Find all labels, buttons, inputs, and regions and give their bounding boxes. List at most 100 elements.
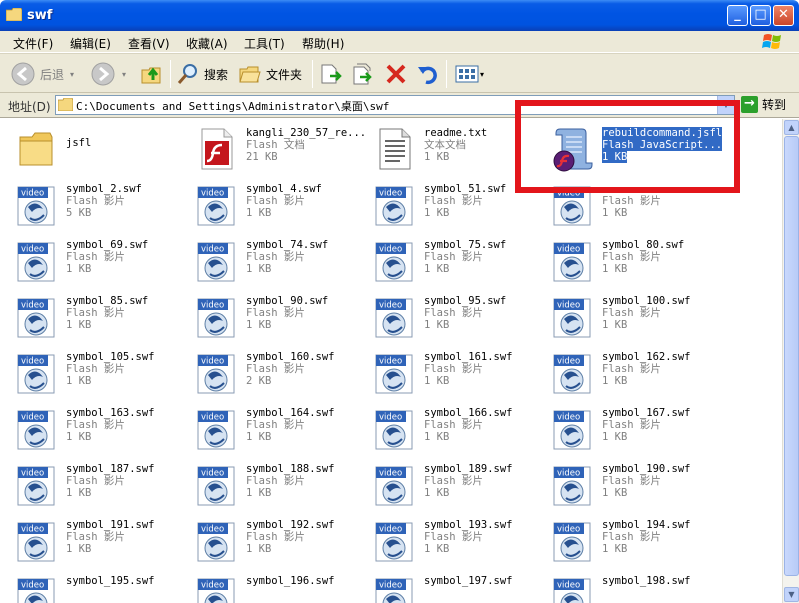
file-item[interactable]: video Flash 影片 1 KB <box>540 177 718 233</box>
menu-file[interactable]: 文件(F) <box>13 35 53 52</box>
chevron-down-icon[interactable]: ▾ <box>70 70 74 79</box>
undo-button[interactable] <box>416 60 440 88</box>
file-item[interactable]: video symbol_191.swf Flash 影片 1 KB <box>4 513 182 569</box>
maximize-button[interactable]: □ <box>750 5 771 26</box>
file-item[interactable]: video symbol_80.swf Flash 影片 1 KB <box>540 233 718 289</box>
file-item[interactable]: video symbol_195.swf <box>4 569 182 603</box>
file-type: Flash 影片 <box>246 419 305 431</box>
forward-button[interactable]: ▾ <box>90 60 126 88</box>
file-size: 1 KB <box>602 431 628 443</box>
file-name: symbol_95.swf <box>424 295 507 307</box>
title-bar[interactable]: swf _ □ ✕ <box>0 0 799 31</box>
file-type: Flash 影片 <box>246 475 305 487</box>
file-item[interactable]: video symbol_167.swf Flash 影片 1 KB <box>540 401 718 457</box>
file-item[interactable]: video symbol_163.swf Flash 影片 1 KB <box>4 401 182 457</box>
file-item[interactable]: readme.txt 文本文档 1 KB <box>362 121 540 177</box>
file-item[interactable]: video symbol_74.swf Flash 影片 1 KB <box>184 233 362 289</box>
file-size: 1 KB <box>602 487 628 499</box>
flash-movie-icon: video <box>192 293 240 341</box>
file-size: 1 KB <box>602 375 628 387</box>
file-type: 文本文档 <box>424 139 466 151</box>
file-item[interactable]: video symbol_85.swf Flash 影片 1 KB <box>4 289 182 345</box>
file-name: symbol_100.swf <box>602 295 691 307</box>
menu-tools[interactable]: 工具(T) <box>244 35 285 52</box>
flash-movie-icon: video <box>370 573 418 603</box>
file-item[interactable]: video symbol_4.swf Flash 影片 1 KB <box>184 177 362 233</box>
up-folder-button[interactable] <box>140 60 164 88</box>
file-name: symbol_167.swf <box>602 407 691 419</box>
move-to-folder-icon <box>321 64 342 84</box>
file-item[interactable]: video symbol_189.swf Flash 影片 1 KB <box>362 457 540 513</box>
back-button[interactable]: 后退 ▾ <box>10 60 74 88</box>
file-type: Flash 影片 <box>602 363 661 375</box>
folders-button[interactable]: 文件夹 <box>238 60 302 88</box>
file-item[interactable]: video symbol_194.swf Flash 影片 1 KB <box>540 513 718 569</box>
views-button[interactable]: ▾ <box>454 60 484 88</box>
file-item[interactable]: video symbol_197.swf <box>362 569 540 603</box>
file-item[interactable]: video symbol_160.swf Flash 影片 2 KB <box>184 345 362 401</box>
file-name: symbol_191.swf <box>66 519 155 531</box>
vertical-scrollbar[interactable]: ▲ ▼ <box>782 119 799 603</box>
file-item[interactable]: video symbol_164.swf Flash 影片 1 KB <box>184 401 362 457</box>
menu-help[interactable]: 帮助(H) <box>302 35 344 52</box>
file-item[interactable]: jsfl <box>4 121 182 177</box>
file-item[interactable]: video symbol_161.swf Flash 影片 1 KB <box>362 345 540 401</box>
go-label: 转到 <box>762 98 787 112</box>
file-item[interactable]: video symbol_196.swf <box>184 569 362 603</box>
file-item[interactable]: video symbol_192.swf Flash 影片 1 KB <box>184 513 362 569</box>
file-item[interactable]: video symbol_188.swf Flash 影片 1 KB <box>184 457 362 513</box>
chevron-down-icon[interactable]: ▾ <box>480 70 484 79</box>
menu-edit[interactable]: 编辑(E) <box>70 35 111 52</box>
file-item[interactable]: video symbol_69.swf Flash 影片 1 KB <box>4 233 182 289</box>
file-item[interactable]: video symbol_95.swf Flash 影片 1 KB <box>362 289 540 345</box>
file-type: Flash 影片 <box>66 251 125 263</box>
file-item[interactable]: video symbol_100.swf Flash 影片 1 KB <box>540 289 718 345</box>
file-item[interactable]: video symbol_75.swf Flash 影片 1 KB <box>362 233 540 289</box>
file-item[interactable]: video symbol_187.swf Flash 影片 1 KB <box>4 457 182 513</box>
scroll-down-arrow-icon[interactable]: ▼ <box>784 587 799 602</box>
scroll-up-arrow-icon[interactable]: ▲ <box>784 120 799 135</box>
flash-movie-icon: video <box>12 573 60 603</box>
file-item[interactable]: video symbol_105.swf Flash 影片 1 KB <box>4 345 182 401</box>
address-input[interactable]: C:\Documents and Settings\Administrator\… <box>55 95 735 115</box>
file-size: 1 KB <box>602 543 628 555</box>
flash-movie-icon: video <box>192 237 240 285</box>
file-item[interactable]: video symbol_166.swf Flash 影片 1 KB <box>362 401 540 457</box>
file-item[interactable]: video symbol_193.swf Flash 影片 1 KB <box>362 513 540 569</box>
file-item[interactable]: video symbol_2.swf Flash 影片 5 KB <box>4 177 182 233</box>
file-size: 1 KB <box>246 263 272 275</box>
menu-view[interactable]: 查看(V) <box>128 35 170 52</box>
address-dropdown-button[interactable]: ▼ <box>717 96 734 114</box>
file-item[interactable]: video symbol_51.swf Flash 影片 1 KB <box>362 177 540 233</box>
forward-arrow-icon <box>91 62 115 86</box>
file-item[interactable]: video symbol_162.swf Flash 影片 1 KB <box>540 345 718 401</box>
svg-text:video: video <box>557 301 580 311</box>
move-to-button[interactable] <box>318 60 344 88</box>
file-size: 1 KB <box>424 319 450 331</box>
file-item[interactable]: video symbol_190.swf Flash 影片 1 KB <box>540 457 718 513</box>
file-name: symbol_105.swf <box>66 351 155 363</box>
file-item[interactable]: rebuildcommand.jsfl Flash JavaScript... 1 … <box>540 121 723 177</box>
delete-button[interactable] <box>384 60 408 88</box>
menu-favorites[interactable]: 收藏(A) <box>186 35 228 52</box>
svg-text:video: video <box>379 245 402 255</box>
flash-movie-icon: video <box>370 517 418 565</box>
minimize-button[interactable]: _ <box>727 5 748 26</box>
go-button[interactable]: → 转到 <box>741 96 786 113</box>
chevron-down-icon[interactable]: ▾ <box>122 70 126 79</box>
flash-movie-icon: video <box>548 237 596 285</box>
close-button[interactable]: ✕ <box>773 5 794 26</box>
file-list[interactable]: jsfl kangli_230_57_re... Flash 文档 21 KB read… <box>0 119 782 603</box>
file-name: symbol_160.swf <box>246 351 335 363</box>
scrollbar-thumb[interactable] <box>784 136 799 576</box>
search-button[interactable]: 搜索 <box>176 60 228 88</box>
svg-text:video: video <box>201 189 224 199</box>
svg-text:video: video <box>201 525 224 535</box>
svg-text:video: video <box>201 469 224 479</box>
file-item[interactable]: video symbol_198.swf <box>540 569 718 603</box>
file-item[interactable]: video symbol_90.swf Flash 影片 1 KB <box>184 289 362 345</box>
copy-to-button[interactable] <box>350 60 376 88</box>
file-item[interactable]: kangli_230_57_re... Flash 文档 21 KB <box>184 121 366 177</box>
file-name: symbol_162.swf <box>602 351 691 363</box>
file-name: symbol_85.swf <box>66 295 149 307</box>
